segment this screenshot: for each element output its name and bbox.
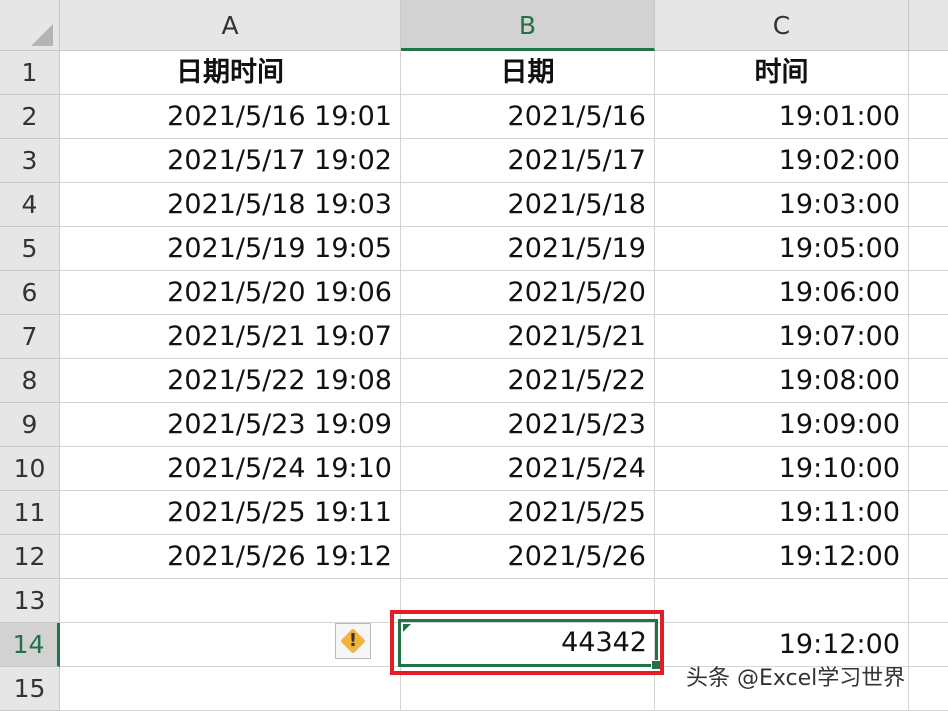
empty-cell[interactable] [909, 667, 948, 711]
row-header[interactable]: 7 [0, 315, 60, 359]
header-cell[interactable]: 时间 [655, 51, 909, 95]
row-header[interactable]: 2 [0, 95, 60, 139]
row-header[interactable]: 11 [0, 491, 60, 535]
spreadsheet-grid: A B C 1 日期时间 日期 时间 2 2021/5/16 19:01 2021/5/16… [0, 0, 948, 711]
data-cell[interactable]: 19:12:00 [655, 535, 909, 579]
row-header[interactable]: 5 [0, 227, 60, 271]
data-cell[interactable]: 19:01:00 [655, 95, 909, 139]
column-header-c[interactable]: C [655, 0, 909, 51]
row-header[interactable]: 4 [0, 183, 60, 227]
empty-cell[interactable] [909, 579, 948, 623]
data-cell[interactable]: 2021/5/22 [401, 359, 655, 403]
select-all-triangle-icon [31, 24, 53, 46]
column-header-a[interactable]: A [60, 0, 401, 51]
data-cell[interactable]: 2021/5/23 [401, 403, 655, 447]
data-cell[interactable]: 2021/5/24 [401, 447, 655, 491]
data-cell[interactable]: 2021/5/22 19:08 [60, 359, 401, 403]
column-header-b[interactable]: B [401, 0, 655, 51]
row-header[interactable]: 14 [0, 623, 60, 667]
row-header[interactable]: 12 [0, 535, 60, 579]
data-cell[interactable]: 19:11:00 [655, 491, 909, 535]
empty-cell[interactable] [909, 51, 948, 95]
empty-cell[interactable] [909, 535, 948, 579]
data-cell[interactable]: 19:02:00 [655, 139, 909, 183]
data-cell[interactable]: 19:07:00 [655, 315, 909, 359]
data-cell[interactable]: 19:10:00 [655, 447, 909, 491]
empty-cell[interactable] [909, 491, 948, 535]
data-cell[interactable]: 2021/5/20 19:06 [60, 271, 401, 315]
row-header[interactable]: 9 [0, 403, 60, 447]
data-cell[interactable]: 19:06:00 [655, 271, 909, 315]
empty-cell[interactable] [909, 227, 948, 271]
data-cell[interactable]: 2021/5/18 19:03 [60, 183, 401, 227]
column-header-d-partial[interactable] [909, 0, 948, 51]
data-cell[interactable]: 2021/5/25 19:11 [60, 491, 401, 535]
data-cell[interactable]: 2021/5/26 [401, 535, 655, 579]
data-cell[interactable]: 2021/5/17 [401, 139, 655, 183]
empty-cell[interactable] [909, 315, 948, 359]
row-header[interactable]: 8 [0, 359, 60, 403]
data-cell[interactable]: 19:09:00 [655, 403, 909, 447]
empty-cell[interactable] [909, 139, 948, 183]
data-cell[interactable]: 19:03:00 [655, 183, 909, 227]
empty-cell[interactable] [909, 623, 948, 667]
error-check-button[interactable]: ! [335, 623, 371, 659]
data-cell[interactable]: 19:05:00 [655, 227, 909, 271]
data-cell[interactable]: 2021/5/16 [401, 95, 655, 139]
data-cell[interactable]: 2021/5/26 19:12 [60, 535, 401, 579]
data-cell[interactable]: 2021/5/19 19:05 [60, 227, 401, 271]
empty-cell[interactable] [909, 447, 948, 491]
data-cell[interactable]: 2021/5/18 [401, 183, 655, 227]
row-header[interactable]: 15 [0, 667, 60, 711]
row-header[interactable]: 10 [0, 447, 60, 491]
data-cell[interactable]: 2021/5/23 19:09 [60, 403, 401, 447]
data-cell[interactable]: 2021/5/21 19:07 [60, 315, 401, 359]
empty-cell[interactable] [909, 183, 948, 227]
data-cell[interactable] [60, 579, 401, 623]
row-header[interactable]: 13 [0, 579, 60, 623]
data-cell[interactable]: 2021/5/25 [401, 491, 655, 535]
data-cell[interactable]: 2021/5/16 19:01 [60, 95, 401, 139]
empty-cell[interactable] [909, 95, 948, 139]
empty-cell[interactable] [909, 359, 948, 403]
select-all-corner[interactable] [0, 0, 60, 51]
empty-cell[interactable] [909, 403, 948, 447]
warning-exclamation: ! [348, 630, 358, 651]
data-cell[interactable] [655, 579, 909, 623]
data-cell[interactable] [60, 667, 401, 711]
data-cell[interactable]: 2021/5/20 [401, 271, 655, 315]
highlight-frame [390, 610, 664, 675]
data-cell[interactable]: 2021/5/17 19:02 [60, 139, 401, 183]
header-cell[interactable]: 日期 [401, 51, 655, 95]
empty-cell[interactable] [909, 271, 948, 315]
data-cell[interactable]: 19:08:00 [655, 359, 909, 403]
watermark-text: 头条 @Excel学习世界 [686, 666, 906, 691]
row-header[interactable]: 3 [0, 139, 60, 183]
data-cell[interactable]: 2021/5/19 [401, 227, 655, 271]
row-header[interactable]: 1 [0, 51, 60, 95]
data-cell[interactable]: 2021/5/21 [401, 315, 655, 359]
data-cell[interactable]: 2021/5/24 19:10 [60, 447, 401, 491]
header-cell[interactable]: 日期时间 [60, 51, 401, 95]
row-header[interactable]: 6 [0, 271, 60, 315]
